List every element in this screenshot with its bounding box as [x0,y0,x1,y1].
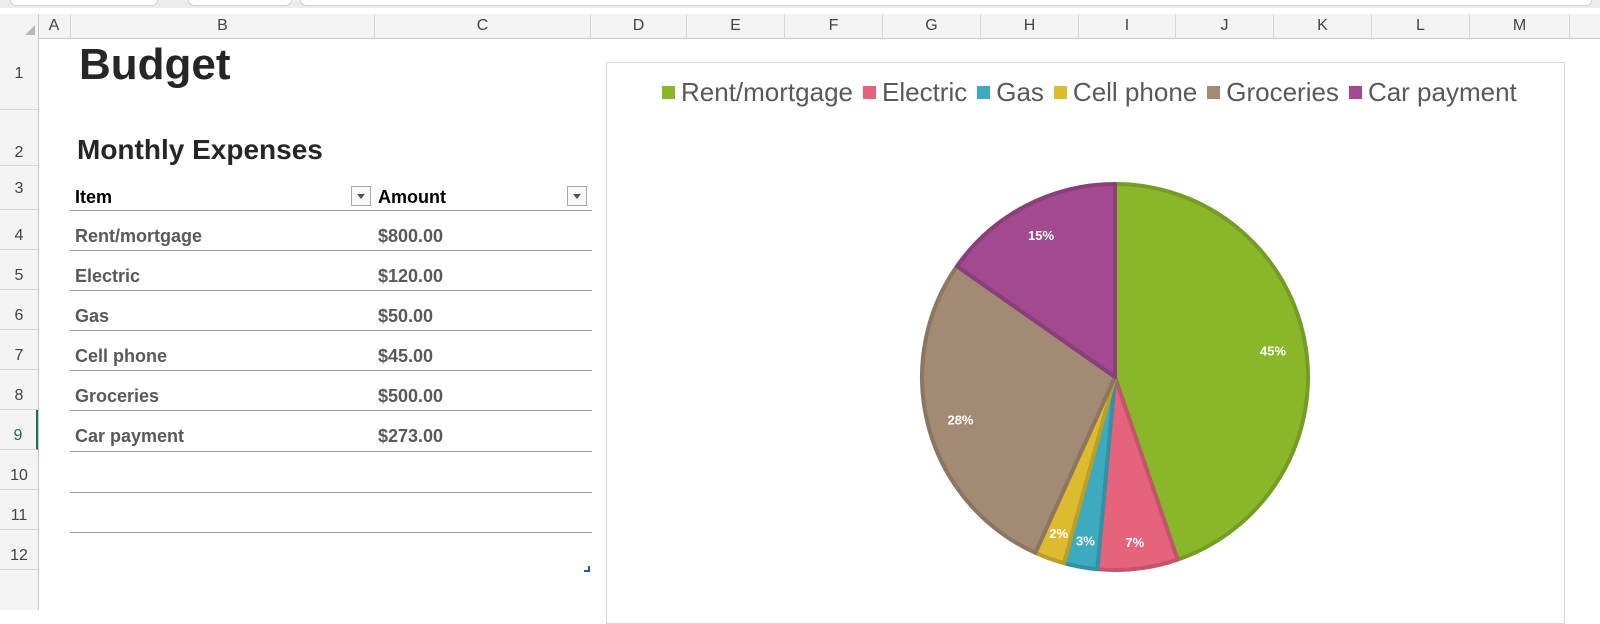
pie-chart-area[interactable]: Rent/mortgage Electric Gas Cell phone Gr… [606,62,1565,624]
item-cell[interactable]: Gas [75,306,109,327]
pie-data-label: 45% [1260,344,1286,359]
amount-cell[interactable]: $45.00 [378,346,433,367]
column-header-b[interactable]: B [71,14,375,38]
table-resize-handle[interactable] [584,566,590,572]
pie-data-label: 28% [947,412,973,427]
pie-data-label: 7% [1125,535,1144,550]
column-header-c[interactable]: C [375,14,591,38]
table-header-divider [70,210,592,211]
item-filter-dropdown-icon[interactable] [351,186,371,206]
column-header-f[interactable]: F [785,14,883,38]
row-divider [70,250,592,251]
budget-title: Budget [79,40,231,89]
tab-sliver-2[interactable] [188,0,292,6]
table-row[interactable]: Rent/mortgage $800.00 [70,212,592,252]
tab-sliver-3[interactable] [300,0,1592,6]
row-header-1[interactable]: 1 [0,38,38,110]
column-header-e[interactable]: E [687,14,785,38]
amount-cell[interactable]: $273.00 [378,426,443,447]
row-header-4[interactable]: 4 [0,210,38,250]
table-row[interactable]: Groceries $500.00 [70,372,592,412]
amount-cell[interactable]: $50.00 [378,306,433,327]
pie-data-label: 3% [1076,533,1095,548]
item-cell[interactable]: Electric [75,266,140,287]
row-header-6[interactable]: 6 [0,290,38,330]
table-row[interactable]: Electric $120.00 [70,252,592,292]
select-all-triangle-icon [25,25,35,35]
table-header-amount: Amount [378,187,446,207]
row-divider [70,410,592,411]
row-header-10[interactable]: 10 [0,450,38,490]
column-header-l[interactable]: L [1372,14,1470,38]
column-header-m[interactable]: M [1470,14,1570,38]
table-row-empty[interactable] [70,493,592,533]
item-cell[interactable]: Rent/mortgage [75,226,202,247]
row-header-8[interactable]: 8 [0,370,38,410]
table-row[interactable]: Cell phone $45.00 [70,332,592,372]
row-divider [70,330,592,331]
column-header-g[interactable]: G [883,14,981,38]
row-header-9[interactable]: 9 [0,410,38,450]
amount-cell[interactable]: $500.00 [378,386,443,407]
column-header-bar: A B C D E F G H I J K L M [0,14,1600,39]
table-header-item: Item [75,187,113,207]
row-divider [70,370,592,371]
amount-filter-dropdown-icon[interactable] [567,186,587,206]
pie-chart[interactable]: 45% 7% 3% 2% 28% 15% [607,63,1564,623]
row-header-7[interactable]: 7 [0,330,38,370]
column-header-i[interactable]: I [1079,14,1176,38]
column-header-a[interactable]: A [38,14,71,38]
column-header-j[interactable]: J [1176,14,1274,38]
row-header-12[interactable]: 12 [0,530,38,570]
row-header-11[interactable]: 11 [0,490,38,530]
row-divider [70,532,592,533]
pie-data-label: 2% [1049,526,1068,541]
column-header-h[interactable]: H [981,14,1079,38]
table-row[interactable]: Car payment $273.00 [70,412,592,452]
item-cell[interactable]: Groceries [75,386,159,407]
table-row-empty[interactable] [70,453,592,493]
amount-cell[interactable]: $120.00 [378,266,443,287]
row-divider [70,290,592,291]
monthly-expenses-heading: Monthly Expenses [77,134,323,165]
amount-cell[interactable]: $800.00 [378,226,443,247]
pie-data-label: 15% [1028,228,1054,243]
row-header-5[interactable]: 5 [0,250,38,290]
column-header-k[interactable]: K [1274,14,1372,38]
select-all-corner[interactable] [0,14,39,38]
tab-sliver-1[interactable] [10,0,158,6]
row-header-bar: 1 2 3 4 5 6 7 8 9 10 11 12 [0,38,39,610]
item-cell[interactable]: Cell phone [75,346,167,367]
item-cell[interactable]: Car payment [75,426,184,447]
row-header-3[interactable]: 3 [0,166,38,210]
row-header-2[interactable]: 2 [0,110,38,166]
workbook-tab-strip [0,0,1600,8]
table-row[interactable]: Gas $50.00 [70,292,592,332]
column-header-d[interactable]: D [591,14,687,38]
row-divider [70,451,592,452]
